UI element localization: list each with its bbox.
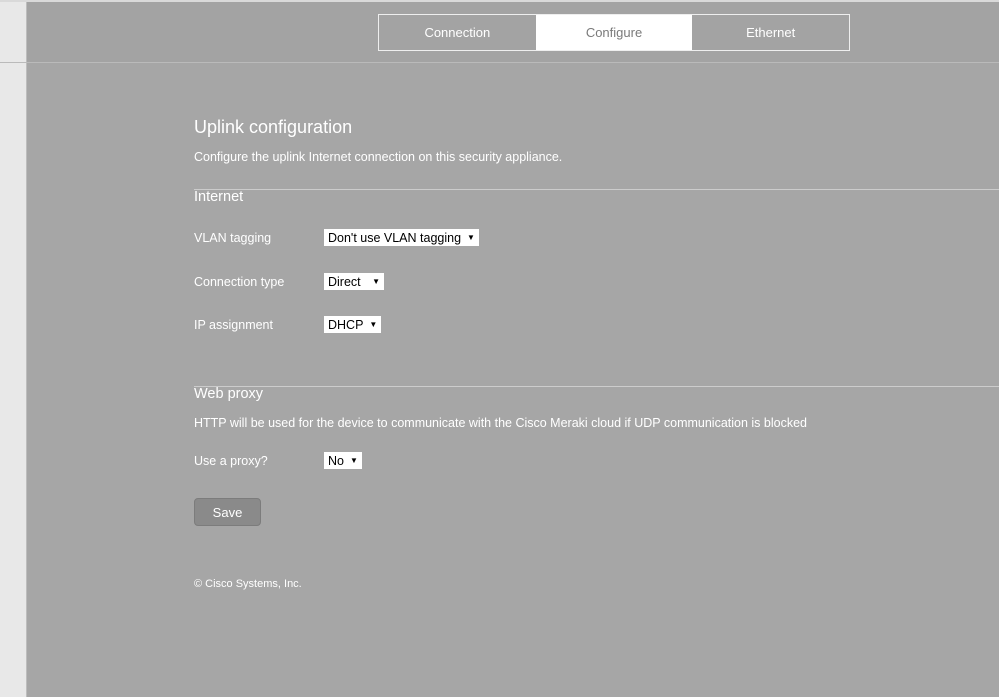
copyright-footer: © Cisco Systems, Inc. <box>194 578 302 590</box>
connection-type-select[interactable]: Direct ▼ <box>324 273 384 290</box>
internet-section-title: Internet <box>194 189 244 205</box>
vlan-tagging-value: Don't use VLAN tagging <box>328 230 462 245</box>
web-proxy-description: HTTP will be used for the device to comm… <box>194 416 807 430</box>
chevron-down-icon: ▼ <box>467 233 475 242</box>
page-description: Configure the uplink Internet connection… <box>194 150 563 164</box>
use-proxy-label: Use a proxy? <box>194 454 268 468</box>
connection-type-value: Direct <box>328 274 361 289</box>
left-gutter-divider <box>26 2 27 697</box>
tab-connection[interactable]: Connection <box>379 15 536 50</box>
tab-configure[interactable]: Configure <box>535 15 693 50</box>
chevron-down-icon: ▼ <box>372 277 380 286</box>
save-button[interactable]: Save <box>194 498 261 526</box>
chevron-down-icon: ▼ <box>369 320 378 329</box>
ip-assignment-value: DHCP <box>328 317 364 332</box>
internet-section-divider <box>194 189 999 190</box>
use-proxy-value: No <box>328 453 344 468</box>
page-title: Uplink configuration <box>194 117 353 137</box>
vlan-tagging-select[interactable]: Don't use VLAN tagging ▼ <box>324 229 479 246</box>
ip-assignment-select[interactable]: DHCP ▼ <box>324 316 382 333</box>
web-proxy-section-title: Web proxy <box>194 386 264 402</box>
web-proxy-section-divider <box>194 386 999 387</box>
tab-bar: Connection Configure Ethernet <box>378 14 850 51</box>
left-gutter <box>0 2 26 697</box>
chevron-down-icon: ▼ <box>349 456 358 465</box>
ip-assignment-label: IP assignment <box>194 318 273 332</box>
vlan-tagging-label: VLAN tagging <box>194 231 272 245</box>
use-proxy-select[interactable]: No ▼ <box>324 452 362 469</box>
connection-type-label: Connection type <box>194 275 285 289</box>
header-divider <box>0 62 999 63</box>
tab-ethernet[interactable]: Ethernet <box>692 15 849 50</box>
